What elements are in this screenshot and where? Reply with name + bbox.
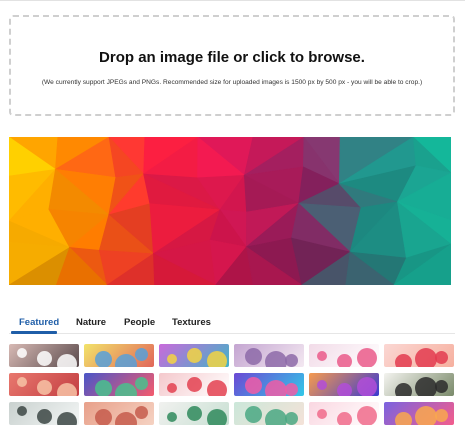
thumb-pink-gadgets[interactable] — [159, 373, 229, 396]
thumb-shape — [17, 348, 27, 358]
thumb-neon-city[interactable] — [234, 373, 304, 396]
thumb-shape — [187, 348, 202, 363]
thumb-shape — [285, 412, 298, 425]
thumb-shape — [135, 377, 148, 390]
thumb-desert-dunes[interactable] — [84, 402, 154, 425]
thumb-shape — [167, 412, 177, 422]
thumb-shape — [265, 409, 287, 425]
thumb-shape — [317, 409, 327, 419]
thumb-shape — [285, 383, 298, 396]
thumb-shape — [187, 406, 202, 421]
thumb-pink-spheres[interactable] — [309, 402, 379, 425]
thumb-shape — [317, 380, 327, 390]
thumb-green-sculpture[interactable] — [159, 402, 229, 425]
thumb-purple-shapes[interactable] — [159, 344, 229, 367]
thumb-shape — [115, 412, 137, 425]
tab-nature[interactable]: Nature — [76, 317, 106, 328]
gallery-tabs: Featured Nature People Textures — [9, 312, 455, 334]
thumb-shape — [245, 406, 262, 423]
thumb-shape — [95, 409, 112, 425]
thumb-shape — [115, 354, 137, 367]
thumb-rainbow-orbs[interactable] — [384, 402, 454, 425]
thumb-shape — [435, 380, 448, 393]
thumb-shape — [395, 354, 412, 367]
thumb-shape — [135, 348, 148, 361]
thumb-rainbow-waves[interactable] — [84, 373, 154, 396]
thumb-shape — [207, 380, 227, 396]
thumb-shape — [435, 351, 448, 364]
top-divider — [0, 0, 465, 3]
thumb-pink-toys[interactable] — [309, 344, 379, 367]
upload-title: Drop an image file or click to browse. — [99, 49, 365, 66]
thumb-mint-objects[interactable] — [234, 402, 304, 425]
image-upload-dropzone[interactable]: Drop an image file or click to browse. (… — [9, 15, 455, 116]
thumb-shape — [285, 354, 298, 367]
thumb-shape — [357, 377, 377, 396]
tab-textures[interactable]: Textures — [172, 317, 211, 328]
thumb-shape — [167, 354, 177, 364]
thumb-shape — [57, 354, 77, 367]
thumb-shape — [245, 348, 262, 365]
thumb-shape — [17, 377, 27, 387]
thumb-shape — [317, 351, 327, 361]
tab-people[interactable]: People — [124, 317, 155, 328]
thumb-dark-tree[interactable] — [384, 373, 454, 396]
thumb-grey-branches[interactable] — [9, 402, 79, 425]
thumb-shape — [395, 383, 412, 396]
upload-note: (We currently support JPEGs and PNGs. Re… — [41, 79, 423, 86]
thumb-shape — [357, 406, 377, 425]
thumb-shape — [415, 406, 437, 425]
thumb-shape — [37, 409, 52, 424]
tab-featured[interactable]: Featured — [19, 317, 59, 328]
thumb-shape — [265, 351, 287, 367]
thumb-shape — [95, 380, 112, 396]
thumb-shape — [167, 383, 177, 393]
gallery-thumbnail-grid — [9, 344, 454, 426]
thumb-shape — [115, 383, 137, 396]
thumb-violet-objects[interactable] — [234, 344, 304, 367]
thumb-shape — [207, 351, 227, 367]
thumb-shape — [135, 406, 148, 419]
thumb-shape — [57, 383, 77, 396]
active-tab-indicator — [11, 331, 57, 334]
thumb-shape — [37, 380, 52, 395]
thumb-shape — [435, 409, 448, 422]
thumb-red-flowers[interactable] — [384, 344, 454, 367]
thumb-colorful-people[interactable] — [84, 344, 154, 367]
thumb-winter-lake[interactable] — [9, 344, 79, 367]
thumb-shape — [337, 354, 352, 367]
thumb-shape — [337, 383, 352, 396]
thumb-shape — [57, 412, 77, 425]
thumb-shape — [357, 348, 377, 367]
thumb-orange-shapes[interactable] — [309, 373, 379, 396]
low-poly-banner — [9, 137, 451, 285]
thumb-shape — [415, 377, 437, 396]
thumb-shape — [17, 406, 27, 416]
cover-image-preview — [9, 137, 451, 285]
thumb-coral-scene[interactable] — [9, 373, 79, 396]
thumb-shape — [37, 351, 52, 366]
thumb-shape — [395, 412, 412, 425]
thumb-shape — [265, 380, 287, 396]
thumb-shape — [207, 409, 227, 425]
thumb-shape — [245, 377, 262, 394]
thumb-shape — [187, 377, 202, 392]
thumb-shape — [95, 351, 112, 367]
thumb-shape — [337, 412, 352, 425]
thumb-shape — [415, 348, 437, 367]
